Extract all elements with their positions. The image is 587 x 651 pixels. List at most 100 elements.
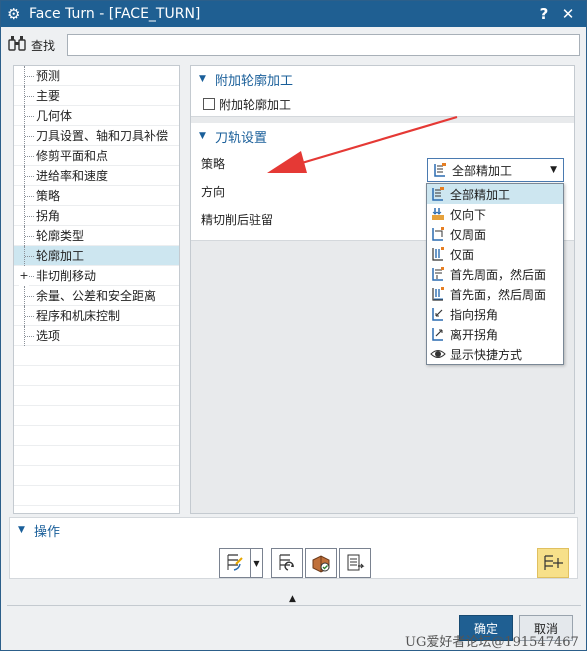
empty-row: [14, 486, 179, 506]
nav-item-label: 选项: [36, 329, 61, 343]
tree-branch-line: [24, 326, 34, 346]
tree-branch-line: [24, 206, 34, 226]
face-only-icon: [430, 246, 446, 262]
finish-all-icon: [432, 162, 448, 178]
tree-branch-line: [24, 306, 34, 326]
direction-label: 方向: [201, 184, 226, 199]
empty-row: [14, 346, 179, 366]
generate-toolpath-button[interactable]: [219, 548, 251, 578]
gear-icon: ⚙: [7, 5, 21, 23]
nav-item[interactable]: 主要: [14, 86, 179, 106]
list-toolpath-button[interactable]: [339, 548, 371, 578]
tree-branch-line: [24, 66, 34, 86]
toward-corner-icon: [430, 306, 446, 322]
strategy-label: 策略: [201, 156, 226, 171]
dwell-label: 精切削后驻留: [201, 212, 274, 227]
perimeter-then-face-icon: [430, 266, 446, 282]
path-settings-title: 刀轨设置: [215, 130, 268, 146]
strategy-option-label: 仅周面: [450, 227, 487, 242]
nav-item[interactable]: + 非切削移动: [14, 266, 179, 286]
title-bar: ⚙ Face Turn - [FACE_TURN] ? ✕: [1, 1, 586, 27]
nav-item-label: 余量、公差和安全距离: [36, 289, 157, 303]
nav-item[interactable]: 预测: [14, 66, 179, 86]
nav-item-label: 修剪平面和点: [36, 149, 109, 163]
strategy-option[interactable]: 首先周面，然后面: [427, 264, 563, 284]
strategy-option-label: 显示快捷方式: [450, 347, 523, 362]
verify-toolpath-button[interactable]: [305, 548, 337, 578]
strategy-option-label: 仅向下: [450, 207, 487, 222]
collapse-up-icon[interactable]: ▲: [289, 594, 296, 604]
binoculars-icon: [7, 35, 27, 55]
strategy-option-label: 仅面: [450, 247, 475, 262]
tree-branch-line: [24, 146, 34, 166]
search-input[interactable]: [67, 34, 580, 56]
strategy-option[interactable]: 首先面，然后周面: [427, 284, 563, 304]
nav-item[interactable]: 修剪平面和点: [14, 146, 179, 166]
strategy-option-label: 首先面，然后周面: [450, 287, 547, 302]
nav-item[interactable]: 刀具设置、轴和刀具补偿: [14, 126, 179, 146]
nav-item[interactable]: 几何体: [14, 106, 179, 126]
additional-contour-checkbox-label: 附加轮廓加工: [219, 97, 292, 112]
nav-item[interactable]: 轮廓加工: [14, 246, 179, 266]
tree-branch-line: [24, 86, 34, 106]
navigation-tree: 预测主要几何体刀具设置、轴和刀具补偿 修剪平面和点 进给率和速度策略拐角轮廓类型轮廓…: [13, 65, 180, 514]
display-toolpath-button[interactable]: [537, 548, 569, 578]
operations-group: ▼ 操作 ▼: [9, 517, 578, 579]
help-button[interactable]: ?: [532, 5, 556, 23]
collapse-triangle-icon: ▼: [18, 525, 25, 535]
watermark-text: UG爱好者论坛@191547467: [405, 635, 579, 650]
empty-row: [14, 446, 179, 466]
generate-dropdown-caret[interactable]: ▼: [251, 548, 263, 578]
strategy-option[interactable]: 离开拐角: [427, 324, 563, 344]
tree-branch-line: [24, 226, 34, 246]
nav-item-label: 几何体: [36, 109, 73, 123]
nav-item-label: 非切削移动: [36, 269, 97, 283]
window-title: Face Turn - [FACE_TURN]: [29, 6, 201, 22]
operations-header[interactable]: ▼ 操作: [10, 518, 577, 542]
empty-row: [14, 386, 179, 406]
strategy-option[interactable]: 显示快捷方式: [427, 344, 563, 364]
eye-icon: [430, 346, 446, 362]
additional-contour-header[interactable]: ▼ 附加轮廓加工: [191, 66, 574, 92]
collapse-triangle-icon: ▼: [199, 131, 206, 141]
strategy-option-label: 全部精加工: [450, 187, 511, 202]
nav-item-label: 拐角: [36, 209, 61, 223]
operations-title: 操作: [34, 524, 61, 540]
strategy-option[interactable]: 仅向下: [427, 204, 563, 224]
nav-item[interactable]: 余量、公差和安全距离: [14, 286, 179, 306]
additional-contour-title: 附加轮廓加工: [215, 73, 294, 89]
expand-plus-icon[interactable]: +: [19, 266, 29, 286]
replay-toolpath-button[interactable]: [271, 548, 303, 578]
tree-branch-line: [24, 106, 34, 126]
additional-contour-checkbox[interactable]: [203, 98, 215, 110]
nav-item-label: 刀具设置、轴和刀具补偿: [36, 129, 169, 143]
divider: [7, 605, 581, 606]
strategy-selected-value: 全部精加工: [452, 163, 513, 178]
strategy-option-label: 离开拐角: [450, 327, 499, 342]
nav-item[interactable]: 策略: [14, 186, 179, 206]
search-row: 查找: [1, 27, 586, 63]
nav-item-label: 轮廓加工: [36, 249, 85, 263]
strategy-option[interactable]: 仅周面: [427, 224, 563, 244]
nav-item[interactable]: 程序和机床控制: [14, 306, 179, 326]
strategy-option[interactable]: 全部精加工: [427, 184, 563, 204]
nav-item-label: 预测: [36, 69, 61, 83]
nav-item[interactable]: 选项: [14, 326, 179, 346]
perimeter-only-icon: [430, 226, 446, 242]
close-button[interactable]: ✕: [556, 5, 580, 23]
tree-branch-line: [24, 186, 34, 206]
strategy-dropdown[interactable]: 全部精加工 ▼: [427, 158, 564, 182]
empty-row: [14, 366, 179, 386]
nav-item[interactable]: 轮廓类型: [14, 226, 179, 246]
nav-item[interactable]: 拐角: [14, 206, 179, 226]
collapse-triangle-icon: ▼: [199, 74, 206, 84]
strategy-option[interactable]: 仅面: [427, 244, 563, 264]
tree-branch-line: [24, 166, 34, 186]
nav-item[interactable]: 进给率和速度: [14, 166, 179, 186]
tree-branch-line: [24, 286, 34, 306]
strategy-option[interactable]: 指向拐角: [427, 304, 563, 324]
nav-item-label: 进给率和速度: [36, 169, 109, 183]
face-then-perimeter-icon: [430, 286, 446, 302]
strategy-option-label: 首先周面，然后面: [450, 267, 547, 282]
empty-row: [14, 426, 179, 446]
